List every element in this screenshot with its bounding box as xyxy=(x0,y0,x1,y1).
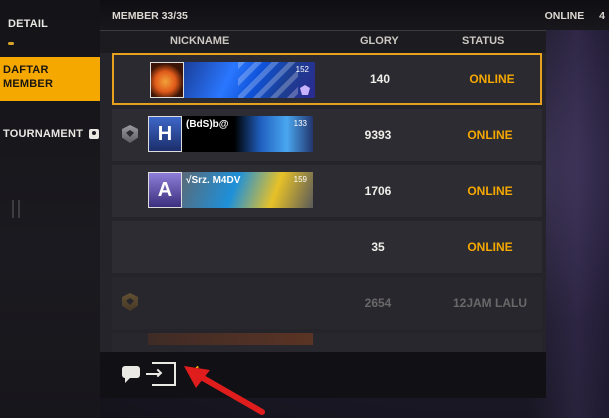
glory-value: 1706 xyxy=(364,184,392,198)
header-nickname: NICKNAME xyxy=(170,35,230,47)
status-value: ONLINE xyxy=(467,184,513,198)
rank-badge-icon xyxy=(122,293,138,311)
member-row[interactable]: A √Srz. M4DV 159 1706 ONLINE xyxy=(112,165,542,217)
exit-icon[interactable] xyxy=(146,362,176,386)
player-nickname: (BdS)b@ xyxy=(186,119,229,130)
member-label: MEMBER xyxy=(112,10,159,22)
header-glory: GLORY xyxy=(360,35,399,47)
member-info-bar: MEMBER 33/35 ONLINE 4 xyxy=(100,0,609,30)
player-card xyxy=(148,333,313,345)
avatar-letter-a-icon: A xyxy=(157,178,173,201)
glory-value: 2654 xyxy=(364,296,392,310)
online-label: ONLINE xyxy=(544,10,585,22)
player-avatar: A xyxy=(148,172,182,208)
player-nickname: √Srz. M4DV xyxy=(186,175,241,186)
chat-icon[interactable] xyxy=(120,362,144,386)
rank-badge-icon xyxy=(122,125,138,143)
bottom-toolbar xyxy=(100,352,546,398)
member-row[interactable]: H (BdS)b@ 133 9393 ONLINE xyxy=(112,109,542,161)
member-row[interactable]: 152 140 ONLINE xyxy=(112,53,542,105)
nav-item-daftar-member[interactable]: DAFTAR MEMBER xyxy=(0,57,100,101)
player-avatar: H xyxy=(148,116,182,152)
player-card[interactable]: 152 xyxy=(150,62,315,98)
nav-item-label: MEMBER xyxy=(3,78,54,90)
left-nav: DETAIL DAFTAR MEMBER TOURNAMENT xyxy=(0,0,100,418)
nav-item-label: TOURNAMENT xyxy=(3,128,84,140)
player-level: 133 xyxy=(293,119,307,128)
player-avatar xyxy=(150,62,184,98)
last-seen-value: 12JAM LALU xyxy=(452,296,527,310)
table-header: NICKNAME GLORY STATUS xyxy=(100,31,546,53)
header-status: STATUS xyxy=(462,35,505,47)
nav-item-label: DAFTAR xyxy=(3,64,49,76)
nav-item-detail[interactable]: DETAIL xyxy=(0,18,100,48)
trophy-icon xyxy=(89,129,100,139)
notification-dot xyxy=(8,42,14,45)
member-count: MEMBER 33/35 xyxy=(112,10,188,22)
player-level: 152 xyxy=(295,65,309,74)
nav-item-tournament[interactable]: TOURNAMENT xyxy=(0,124,100,144)
player-level: 159 xyxy=(293,175,307,184)
member-list-panel: NICKNAME GLORY STATUS 152 140 ONLINE H (… xyxy=(100,30,546,363)
status-value: ONLINE xyxy=(467,240,513,254)
nav-item-label: DETAIL xyxy=(8,18,49,30)
status-value: ONLINE xyxy=(469,72,515,86)
online-count-value: 4 xyxy=(599,10,605,22)
glory-value: 35 xyxy=(371,240,385,254)
status-value: ONLINE xyxy=(467,128,513,142)
online-count: ONLINE 4 xyxy=(545,10,605,22)
glory-value: 140 xyxy=(369,72,391,86)
glory-value: 9393 xyxy=(364,128,392,142)
member-count-value: 33/35 xyxy=(161,10,188,22)
player-card[interactable]: A √Srz. M4DV 159 xyxy=(148,172,313,208)
member-row[interactable]: 2654 12JAM LALU xyxy=(112,277,542,329)
avatar-letter-h-icon: H xyxy=(157,122,173,145)
player-card[interactable]: H (BdS)b@ 133 xyxy=(148,116,313,152)
annotation-arrow-icon xyxy=(184,366,265,415)
scroll-indicator xyxy=(12,200,20,218)
member-row[interactable]: 35 ONLINE xyxy=(112,221,542,273)
member-row[interactable] xyxy=(112,333,542,353)
